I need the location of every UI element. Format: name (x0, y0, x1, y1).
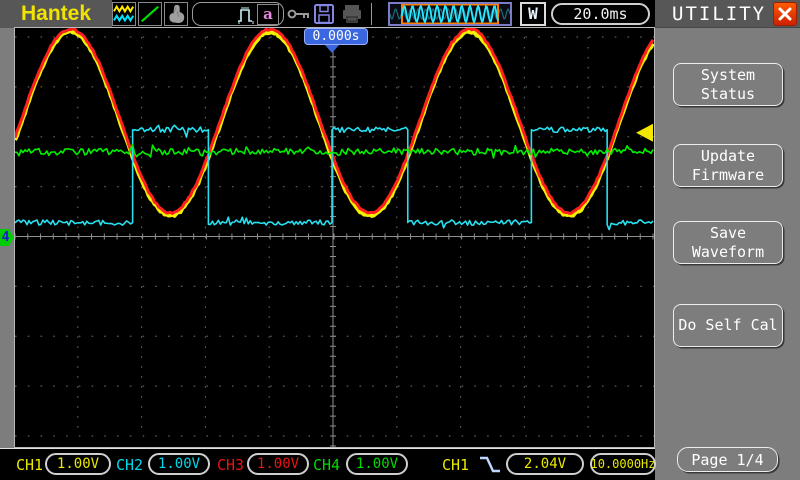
save-waveform-button[interactable]: Save Waveform (673, 221, 783, 264)
utility-menu-panel: UTILITY System Status Update Firmware Sa… (655, 0, 800, 480)
ch1-scale-readout[interactable]: 1.00V (45, 453, 111, 475)
ch2-label[interactable]: CH2 (116, 456, 143, 474)
frequency-readout: 10.0000Hz (590, 453, 656, 475)
ch3-scale-readout[interactable]: 1.00V (247, 453, 309, 475)
trigger-level-readout: 2.04V (506, 453, 584, 475)
update-firmware-button[interactable]: Update Firmware (673, 144, 783, 187)
waveform-preview-strip (390, 4, 510, 24)
trigger-type-group[interactable]: a (192, 2, 284, 26)
status-bar: CH1 1.00V CH2 1.00V CH3 1.00V CH4 1.00V … (0, 448, 655, 480)
trigger-position-tag[interactable]: 0.000s (304, 28, 368, 45)
floppy-save-icon[interactable] (312, 2, 336, 26)
channel-waves-button[interactable] (112, 2, 136, 26)
falling-edge-icon (478, 452, 502, 476)
printer-icon[interactable] (340, 2, 364, 26)
ch3-label[interactable]: CH3 (217, 456, 244, 474)
auto-letter-icon: a (257, 4, 279, 25)
oscilloscope-screen: Hantek a (0, 0, 800, 480)
close-button[interactable] (773, 2, 797, 26)
ramp-line-icon (139, 3, 161, 25)
menu-header: UTILITY (655, 0, 800, 28)
window-zoom-button[interactable]: W (520, 2, 546, 26)
ch1-label[interactable]: CH1 (16, 456, 43, 474)
scope-graticule (15, 28, 654, 447)
trigger-source-label: CH1 (442, 456, 469, 474)
channel-waves-icon (113, 3, 135, 25)
do-self-cal-button[interactable]: Do Self Cal (673, 304, 783, 347)
pulse-trigger-icon (237, 5, 255, 25)
ch2-scale-readout[interactable]: 1.00V (148, 453, 210, 475)
page-button[interactable]: Page 1/4 (677, 447, 778, 472)
toolbar-divider (371, 3, 372, 25)
trigger-position-label: 0.000s (313, 29, 360, 44)
ch4-label[interactable]: CH4 (313, 456, 340, 474)
scope-display (14, 27, 655, 448)
hand-cursor-button[interactable] (164, 2, 188, 26)
menu-title: UTILITY (672, 2, 766, 27)
waveform-preview[interactable] (388, 2, 512, 26)
system-status-button[interactable]: System Status (673, 63, 783, 106)
trigger-position-pointer (325, 45, 339, 53)
brand-logo: Hantek (0, 0, 112, 28)
trigger-level-arrow[interactable] (636, 124, 653, 142)
ramp-button[interactable] (138, 2, 162, 26)
close-icon (777, 6, 793, 22)
key-icon[interactable] (287, 5, 311, 23)
timebase-readout: 20.0ms (551, 3, 650, 25)
ch4-scale-readout[interactable]: 1.00V (346, 453, 408, 475)
hand-cursor-icon (165, 3, 187, 25)
top-toolbar: Hantek a (0, 0, 655, 28)
